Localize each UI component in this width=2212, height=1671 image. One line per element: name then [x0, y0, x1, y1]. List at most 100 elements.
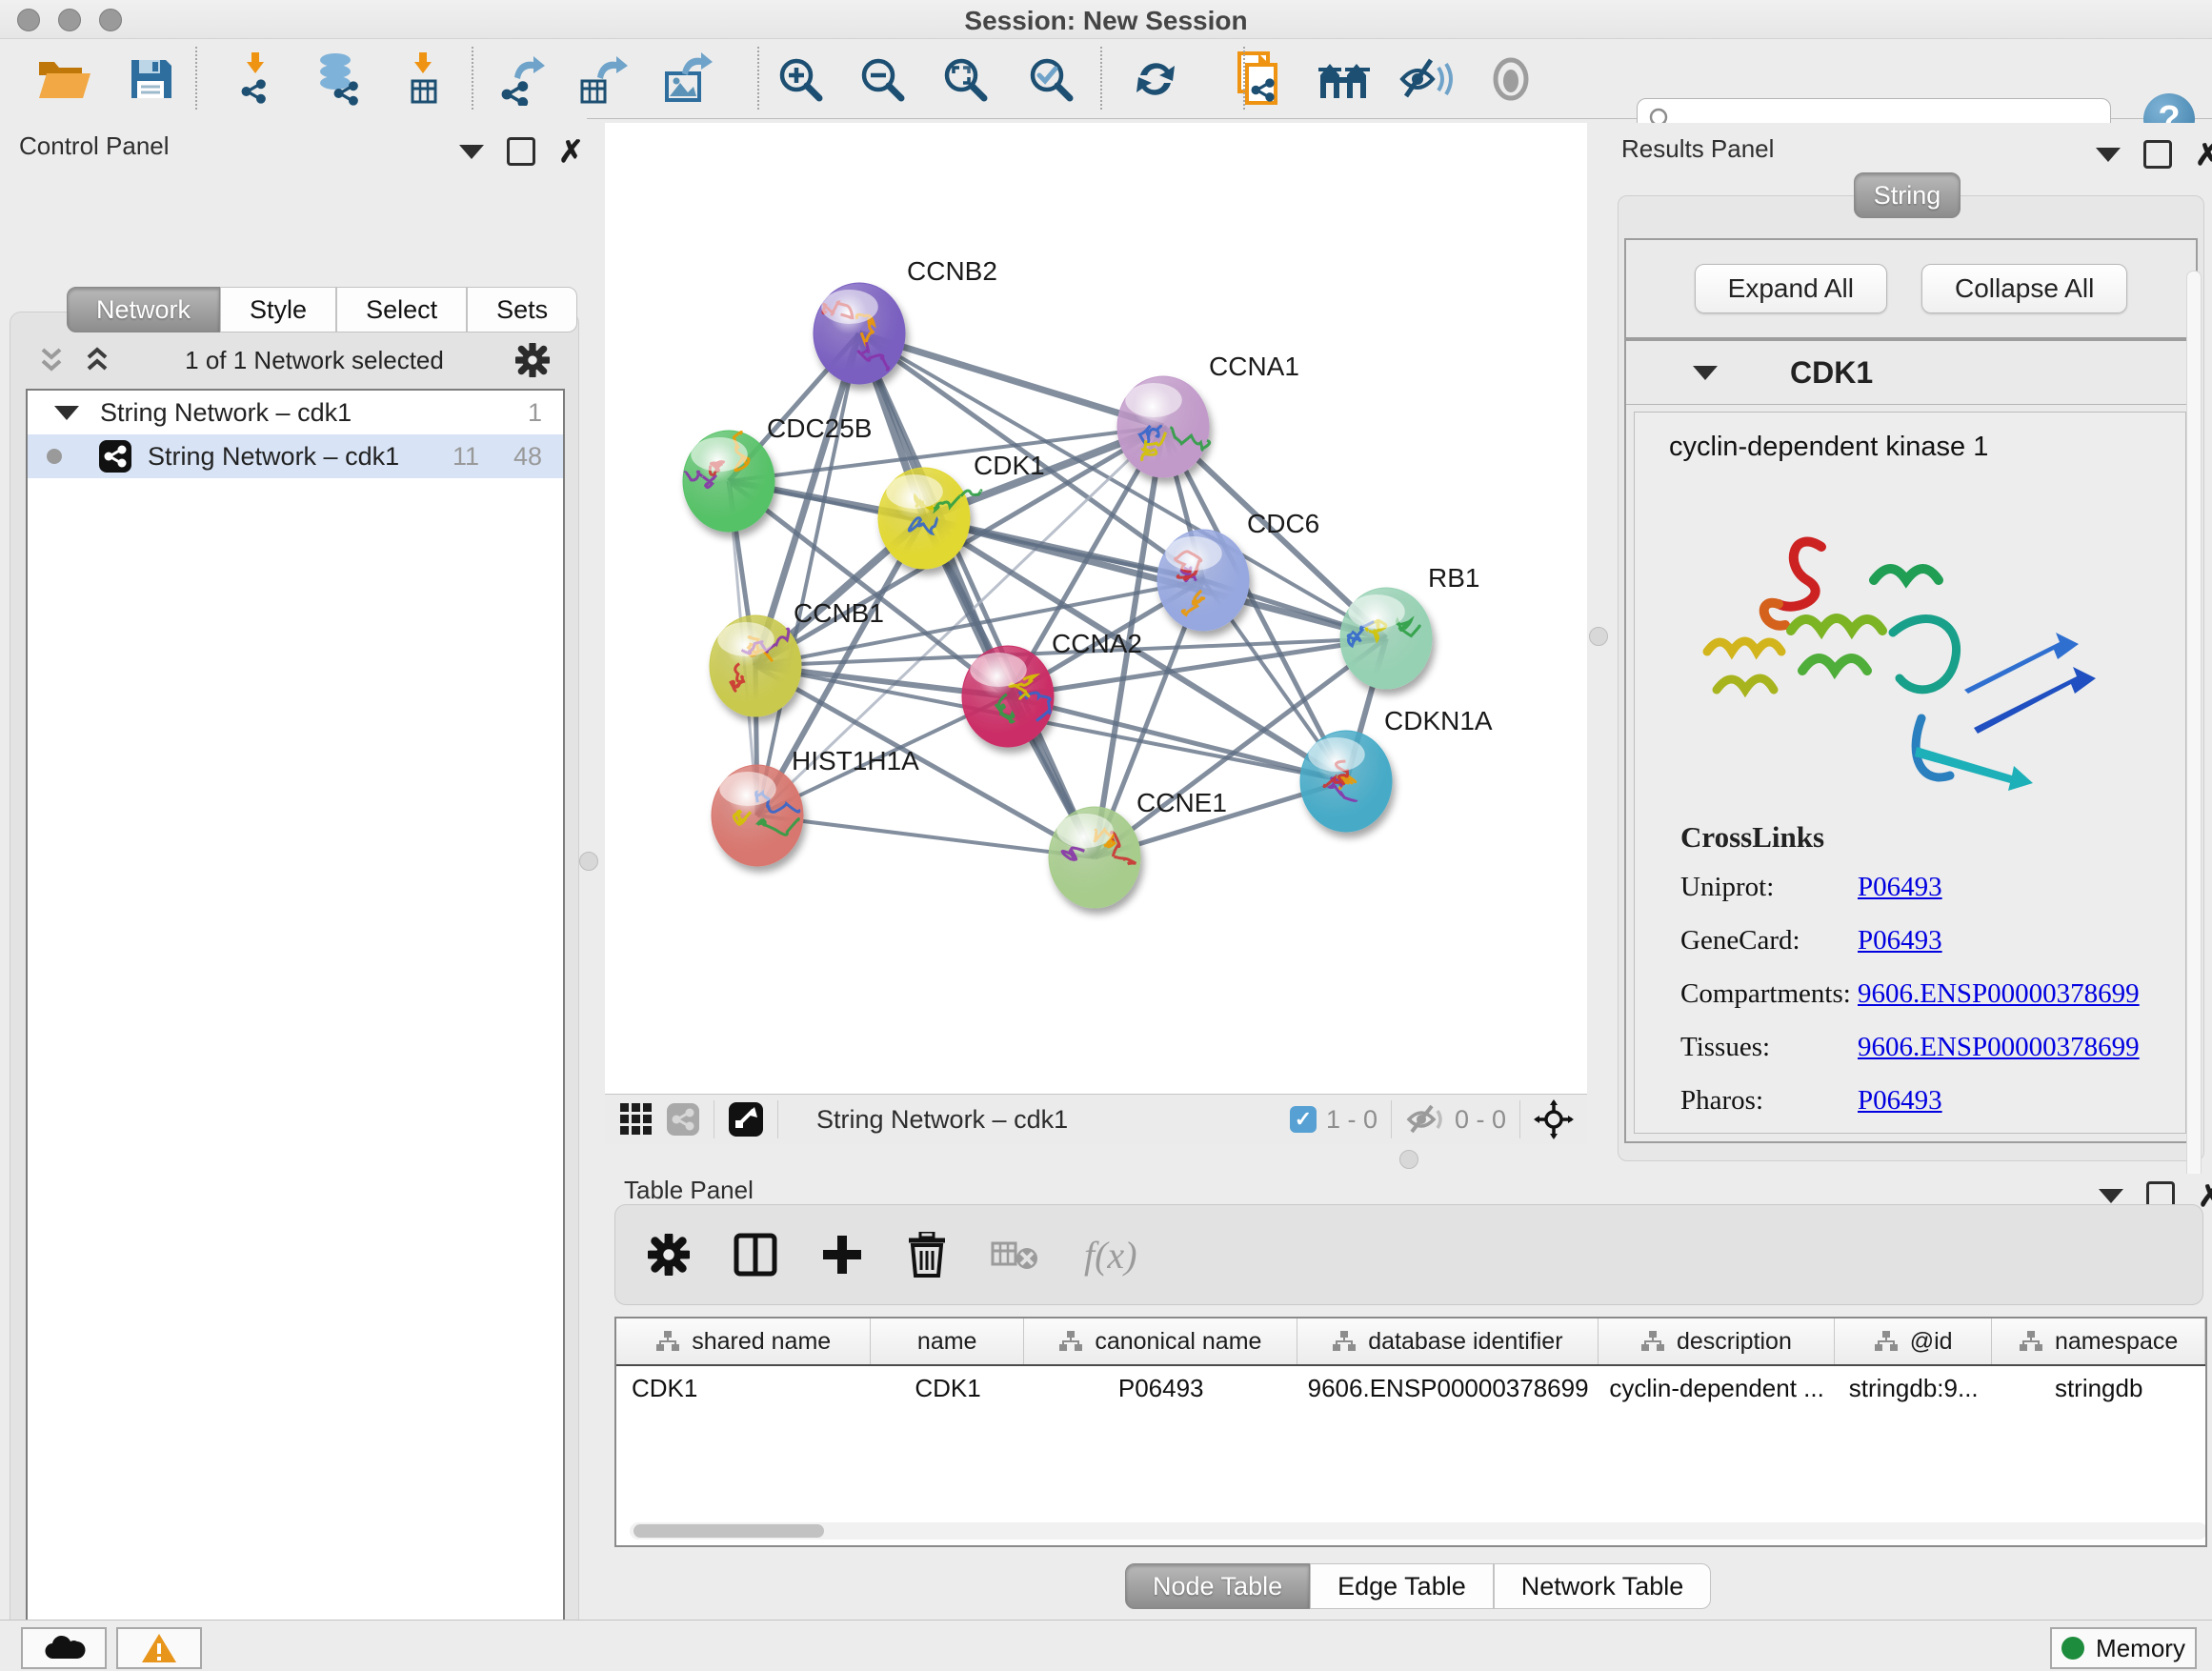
panel-close-icon[interactable]: ✗ [2195, 143, 2212, 166]
expand-all-button[interactable]: Expand All [1695, 264, 1887, 313]
column-header-namespace[interactable]: namespace [1992, 1319, 2205, 1364]
open-external-icon[interactable] [728, 1101, 764, 1137]
results-scrollbar[interactable] [2186, 271, 2202, 1233]
node-CDC25B[interactable]: CDC25B [683, 413, 872, 532]
collapse-all-icon[interactable] [35, 344, 68, 376]
cell-shared-name[interactable]: CDK1 [616, 1374, 872, 1403]
horizontal-splitter-handle[interactable] [1399, 1150, 1418, 1169]
tree-expand-icon[interactable] [54, 406, 79, 420]
hide-selected-button[interactable] [1393, 50, 1459, 108]
column-type-icon [1332, 1330, 1357, 1353]
import-network-button[interactable] [224, 50, 291, 108]
node-CCNE1[interactable]: CCNE1 [1049, 788, 1227, 908]
cell-description[interactable]: cyclin-dependent ... [1599, 1374, 1835, 1403]
cell-namespace[interactable]: stringdb [1992, 1374, 2205, 1403]
network-row-selected[interactable]: String Network – cdk1 11 48 [28, 434, 563, 478]
delete-column-icon[interactable] [907, 1232, 947, 1278]
node-RB1[interactable]: RB1 [1340, 563, 1479, 689]
panel-close-icon[interactable]: ✗ [558, 140, 584, 163]
title-bar: Session: New Session [0, 0, 2212, 39]
cloud-button[interactable] [21, 1627, 107, 1669]
node-CCNB1[interactable]: CCNB1 [710, 598, 884, 716]
edge-CCNB2-CCNA1 [859, 333, 1163, 427]
export-network-button[interactable] [491, 50, 557, 108]
tab-network-table[interactable]: Network Table [1494, 1563, 1712, 1609]
network-collection-label: String Network – cdk1 [100, 398, 352, 428]
panel-float-icon[interactable] [2143, 140, 2172, 169]
crosslink-link[interactable]: 9606.ENSP00000378699 [1858, 978, 2140, 1010]
network-view-title: String Network – cdk1 [816, 1105, 1068, 1135]
column-header-canonical-name[interactable]: canonical name [1024, 1319, 1297, 1364]
show-columns-icon[interactable] [734, 1233, 777, 1277]
memory-button[interactable]: Memory [2050, 1627, 2197, 1669]
crosslink-link[interactable]: 9606.ENSP00000378699 [1858, 1032, 2140, 1063]
export-table-button[interactable] [573, 50, 640, 108]
tab-network[interactable]: Network [67, 287, 220, 332]
panel-close-icon[interactable]: ✗ [2198, 1184, 2212, 1207]
zoom-out-button[interactable] [849, 50, 915, 108]
expand-all-icon[interactable] [81, 344, 113, 376]
import-table-button[interactable] [392, 50, 458, 108]
node-label-CDKN1A: CDKN1A [1384, 706, 1493, 735]
crosslink-row: Uniprot: P06493 [1680, 872, 2140, 903]
crosslink-link[interactable]: P06493 [1858, 925, 1942, 956]
clone-network-button[interactable] [1226, 50, 1293, 108]
column-header--id[interactable]: @id [1835, 1319, 1992, 1364]
cell-database-identifier[interactable]: 9606.ENSP00000378699 [1297, 1374, 1599, 1403]
hidden-eye-icon [1405, 1103, 1445, 1136]
export-image-button[interactable] [656, 50, 723, 108]
panel-float-icon[interactable] [507, 137, 535, 166]
cell--id[interactable]: stringdb:9... [1835, 1374, 1992, 1403]
table-row[interactable]: CDK1CDK1P064939606.ENSP00000378699cyclin… [616, 1366, 2205, 1410]
network-canvas[interactable]: CCNB2 CCNA1 CDC25B CDK1 CDC6 RB1 [605, 123, 1587, 1094]
memory-label: Memory [2096, 1634, 2185, 1663]
tab-node-table[interactable]: Node Table [1125, 1563, 1310, 1609]
open-session-button[interactable] [31, 50, 98, 108]
zoom-fit-button[interactable] [932, 50, 998, 108]
panel-menu-icon[interactable] [459, 145, 484, 159]
left-splitter-handle[interactable] [579, 852, 598, 871]
gene-card-header[interactable]: CDK1 [1626, 341, 2196, 405]
column-label: database identifier [1368, 1328, 1562, 1356]
column-type-icon [2019, 1330, 2043, 1353]
right-splitter-handle[interactable] [1589, 627, 1608, 646]
node-CDKN1A[interactable]: CDKN1A [1300, 706, 1493, 832]
pan-crosshair-icon[interactable] [1534, 1099, 1574, 1139]
tab-sets[interactable]: Sets [467, 287, 577, 332]
column-header-description[interactable]: description [1599, 1319, 1835, 1364]
collapse-section-icon[interactable] [1693, 366, 1718, 380]
panel-menu-icon[interactable] [2099, 1189, 2123, 1203]
tab-string[interactable]: String [1854, 172, 1961, 218]
panel-menu-icon[interactable] [2096, 148, 2121, 162]
table-hscroll-thumb[interactable] [633, 1524, 824, 1538]
node-CCNA1[interactable]: CCNA1 [1117, 352, 1299, 477]
column-header-name[interactable]: name [871, 1319, 1023, 1364]
tab-edge-table[interactable]: Edge Table [1310, 1563, 1494, 1609]
warning-button[interactable] [116, 1627, 202, 1669]
crosslink-link[interactable]: P06493 [1858, 872, 1942, 903]
add-column-icon[interactable] [821, 1234, 863, 1276]
edge-CCNB2-HIST1H1A [757, 333, 859, 815]
node-HIST1H1A[interactable]: HIST1H1A [712, 746, 919, 866]
table-gear-icon[interactable] [648, 1234, 690, 1276]
string-badge-icon-disabled [666, 1102, 700, 1137]
cell-name[interactable]: CDK1 [872, 1374, 1024, 1403]
network-options-gear-icon[interactable] [515, 343, 550, 377]
cell-canonical-name[interactable]: P06493 [1024, 1374, 1297, 1403]
column-header-database-identifier[interactable]: database identifier [1297, 1319, 1599, 1364]
column-header-shared-name[interactable]: shared name [616, 1319, 871, 1364]
zoom-out-icon [857, 54, 907, 104]
save-session-button[interactable] [117, 50, 184, 108]
first-neighbors-button[interactable] [1311, 50, 1377, 108]
zoom-selected-button[interactable] [1017, 50, 1084, 108]
birds-eye-view-icon[interactable] [620, 1103, 653, 1136]
network-collection-row[interactable]: String Network – cdk1 1 [28, 391, 563, 434]
collapse-all-button[interactable]: Collapse All [1921, 264, 2127, 313]
refresh-view-button[interactable] [1122, 50, 1189, 108]
crosslink-link[interactable]: P06493 [1858, 1085, 1942, 1117]
selected-checkbox-icon[interactable]: ✓ [1290, 1106, 1317, 1133]
zoom-in-button[interactable] [767, 50, 834, 108]
tab-style[interactable]: Style [220, 287, 336, 332]
import-database-button[interactable] [304, 50, 371, 108]
tab-select[interactable]: Select [336, 287, 467, 332]
